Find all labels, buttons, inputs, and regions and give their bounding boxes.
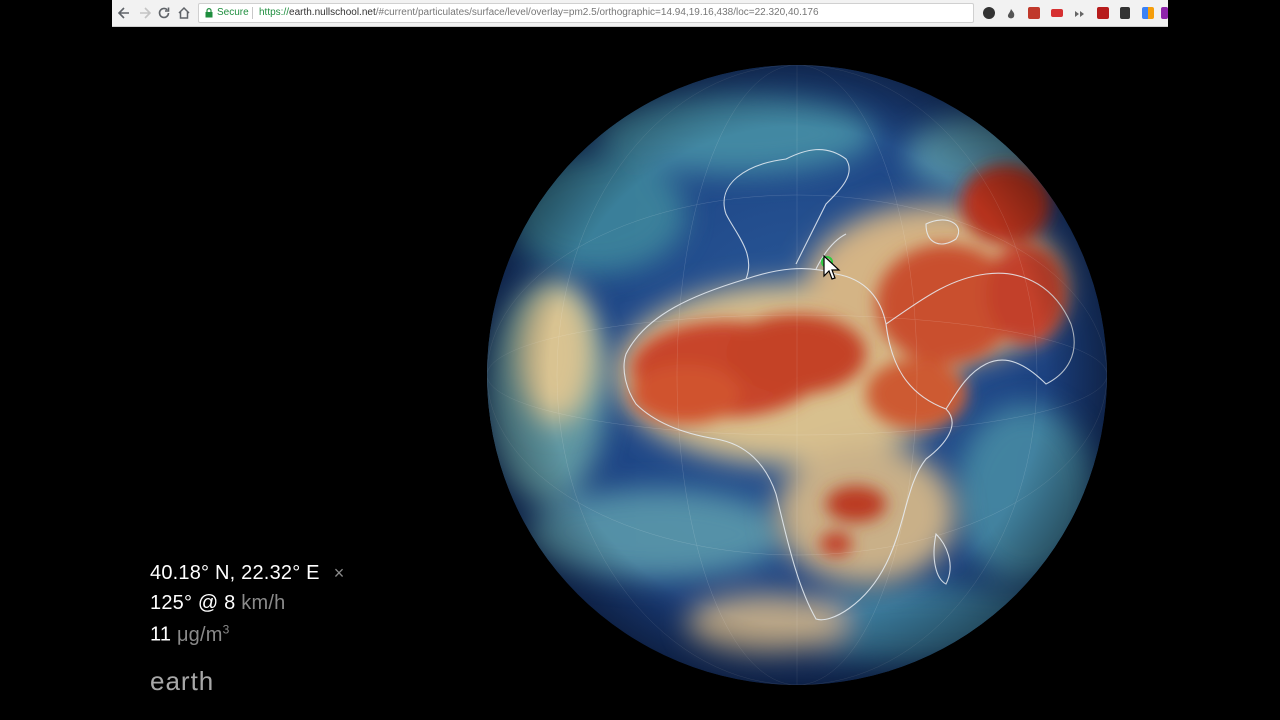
red-dots-icon[interactable] bbox=[1051, 9, 1063, 17]
url-scheme: https:// bbox=[259, 7, 290, 18]
red-square-icon[interactable] bbox=[1028, 7, 1040, 19]
address-bar[interactable]: Secure https://earth.nullschool.net/#cur… bbox=[198, 3, 974, 23]
forward-arrow-icon[interactable] bbox=[137, 5, 153, 21]
dark-circle-icon[interactable] bbox=[983, 7, 995, 19]
mouse-cursor-icon bbox=[823, 254, 841, 280]
wind-value: 125° @ 8 bbox=[150, 592, 236, 614]
lock-icon bbox=[205, 8, 213, 18]
wind-readout: 125° @ 8 km/h bbox=[150, 592, 285, 615]
flame-icon[interactable] bbox=[1005, 7, 1017, 19]
url-path: /#current/particulates/surface/level/ove… bbox=[375, 7, 819, 18]
coordinates-text: 40.18° N, 22.32° E bbox=[150, 562, 320, 584]
url-host: earth.nullschool.net bbox=[289, 7, 376, 18]
purple-icon[interactable] bbox=[1161, 7, 1168, 19]
pm-unit-exponent: 3 bbox=[222, 622, 230, 636]
earth-globe[interactable] bbox=[486, 64, 1108, 686]
location-readout: 40.18° N, 22.32° E × bbox=[150, 562, 344, 585]
pm-value: 11 bbox=[150, 623, 172, 646]
reload-icon[interactable] bbox=[156, 5, 172, 21]
pm-unit[interactable]: μg/m3 bbox=[176, 622, 230, 646]
puzzle-icon[interactable] bbox=[1120, 7, 1130, 19]
pm-unit-base: μg/m bbox=[176, 623, 223, 646]
app-title[interactable]: earth bbox=[150, 666, 214, 697]
pm-readout: 11 μg/m3 bbox=[150, 622, 229, 647]
back-arrow-icon[interactable] bbox=[116, 5, 132, 21]
divider bbox=[252, 7, 253, 19]
red-book-icon[interactable] bbox=[1097, 7, 1109, 19]
close-icon[interactable]: × bbox=[334, 563, 345, 583]
arrows-icon[interactable] bbox=[1074, 7, 1086, 19]
security-label: Secure bbox=[217, 7, 249, 18]
wind-unit[interactable]: km/h bbox=[241, 592, 285, 614]
url-text[interactable]: https://earth.nullschool.net/#current/pa… bbox=[259, 4, 819, 22]
home-icon[interactable] bbox=[176, 5, 192, 21]
color-grid-icon[interactable] bbox=[1142, 7, 1154, 19]
browser-toolbar: Secure https://earth.nullschool.net/#cur… bbox=[112, 0, 1168, 27]
